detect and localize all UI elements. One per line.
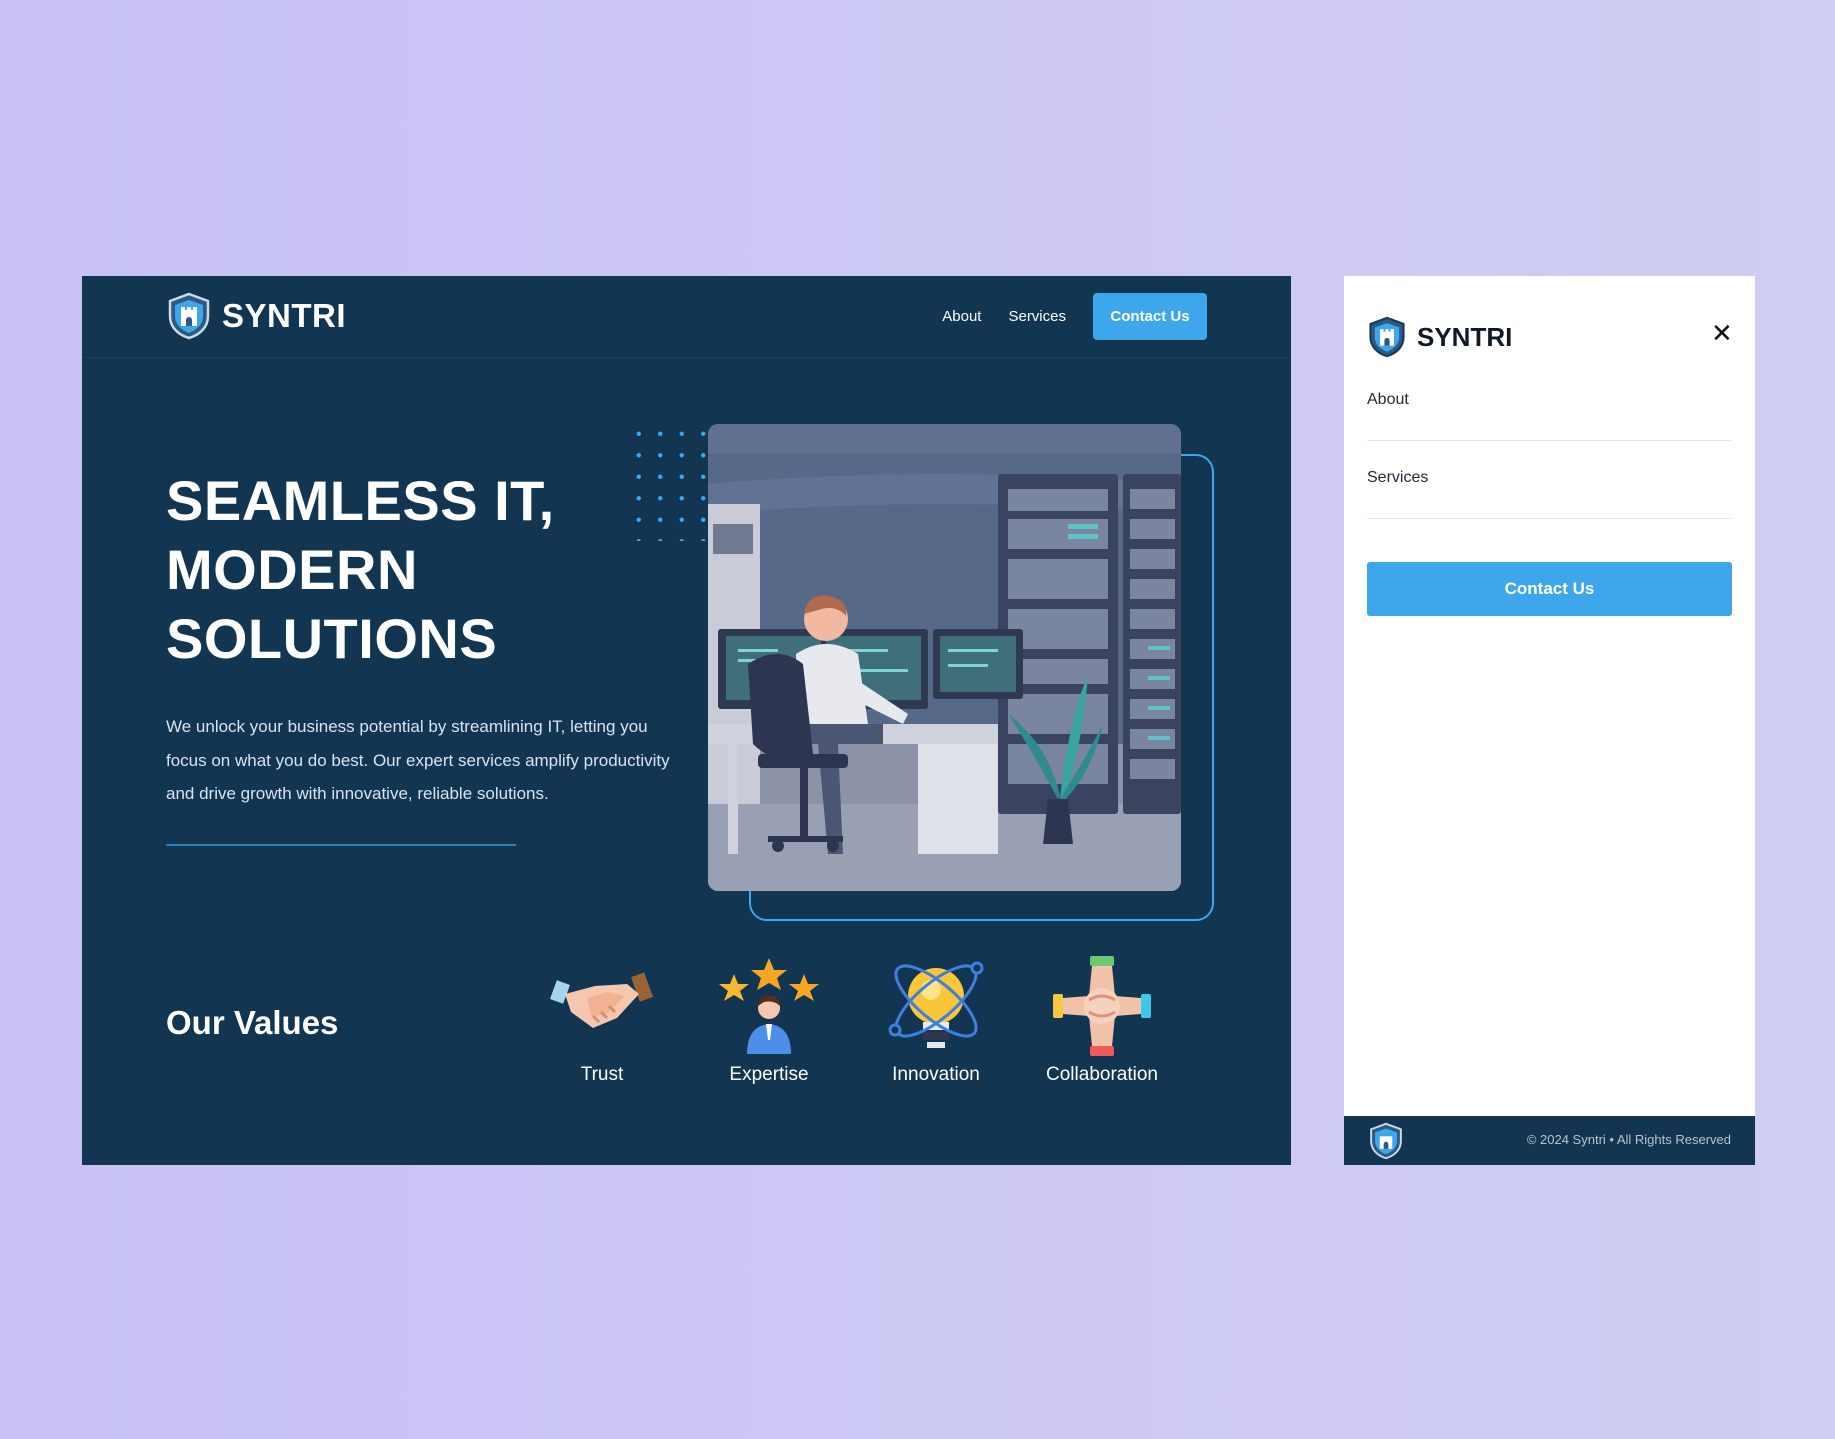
value-innovation: Innovation: [866, 956, 1006, 1086]
value-trust: Trust: [532, 956, 672, 1086]
brand-wordmark: SYNTRI: [222, 297, 347, 334]
nav-about-link[interactable]: About: [942, 308, 981, 325]
server-room-illustration: [708, 424, 1181, 891]
copyright-text: © 2024 Syntri • All Rights Reserved: [1526, 1132, 1731, 1147]
desktop-preview: SYNTRI About Services Contact Us SEAMLES…: [82, 276, 1291, 1165]
menu-item-services[interactable]: Services: [1367, 461, 1732, 519]
value-expertise: Expertise: [699, 956, 839, 1086]
shield-logo-icon: [1370, 1122, 1402, 1160]
menu-item-about[interactable]: About: [1367, 383, 1732, 441]
value-label: Trust: [580, 1064, 624, 1085]
value-label: Innovation: [892, 1064, 980, 1085]
nav-services-link[interactable]: Services: [1008, 308, 1066, 325]
main-nav: About Services Contact Us: [942, 293, 1207, 340]
shield-logo-icon: [1369, 316, 1405, 358]
value-label: Collaboration: [1046, 1064, 1158, 1085]
lightbulb-icon: [888, 961, 984, 1048]
mobile-menu-preview: SYNTRI ✕ About Services Contact Us © 202…: [1344, 276, 1755, 1165]
value-label: Expertise: [729, 1064, 809, 1085]
menu-footer: © 2024 Syntri • All Rights Reserved: [1344, 1116, 1755, 1165]
joined-hands-icon: [1053, 956, 1151, 1056]
hero-divider: [166, 844, 516, 846]
value-collaboration: Collaboration: [1032, 956, 1172, 1086]
contact-us-button[interactable]: Contact Us: [1367, 562, 1732, 616]
expert-stars-icon: [719, 958, 819, 1054]
logo[interactable]: SYNTRI: [1367, 316, 1512, 358]
handshake-icon: [550, 972, 654, 1028]
site-header: SYNTRI About Services Contact Us: [82, 276, 1291, 358]
brand-wordmark: SYNTRI: [1417, 321, 1513, 352]
shield-logo-icon: [168, 292, 210, 340]
hero-description: We unlock your business potential by str…: [166, 717, 670, 803]
values-heading: Our Values: [166, 1004, 339, 1041]
close-icon[interactable]: ✕: [1711, 320, 1733, 346]
hero-title: SEAMLESS IT, MODERN SOLUTIONS: [166, 469, 555, 670]
logo[interactable]: SYNTRI: [166, 292, 346, 340]
contact-us-button[interactable]: Contact Us: [1093, 293, 1207, 340]
